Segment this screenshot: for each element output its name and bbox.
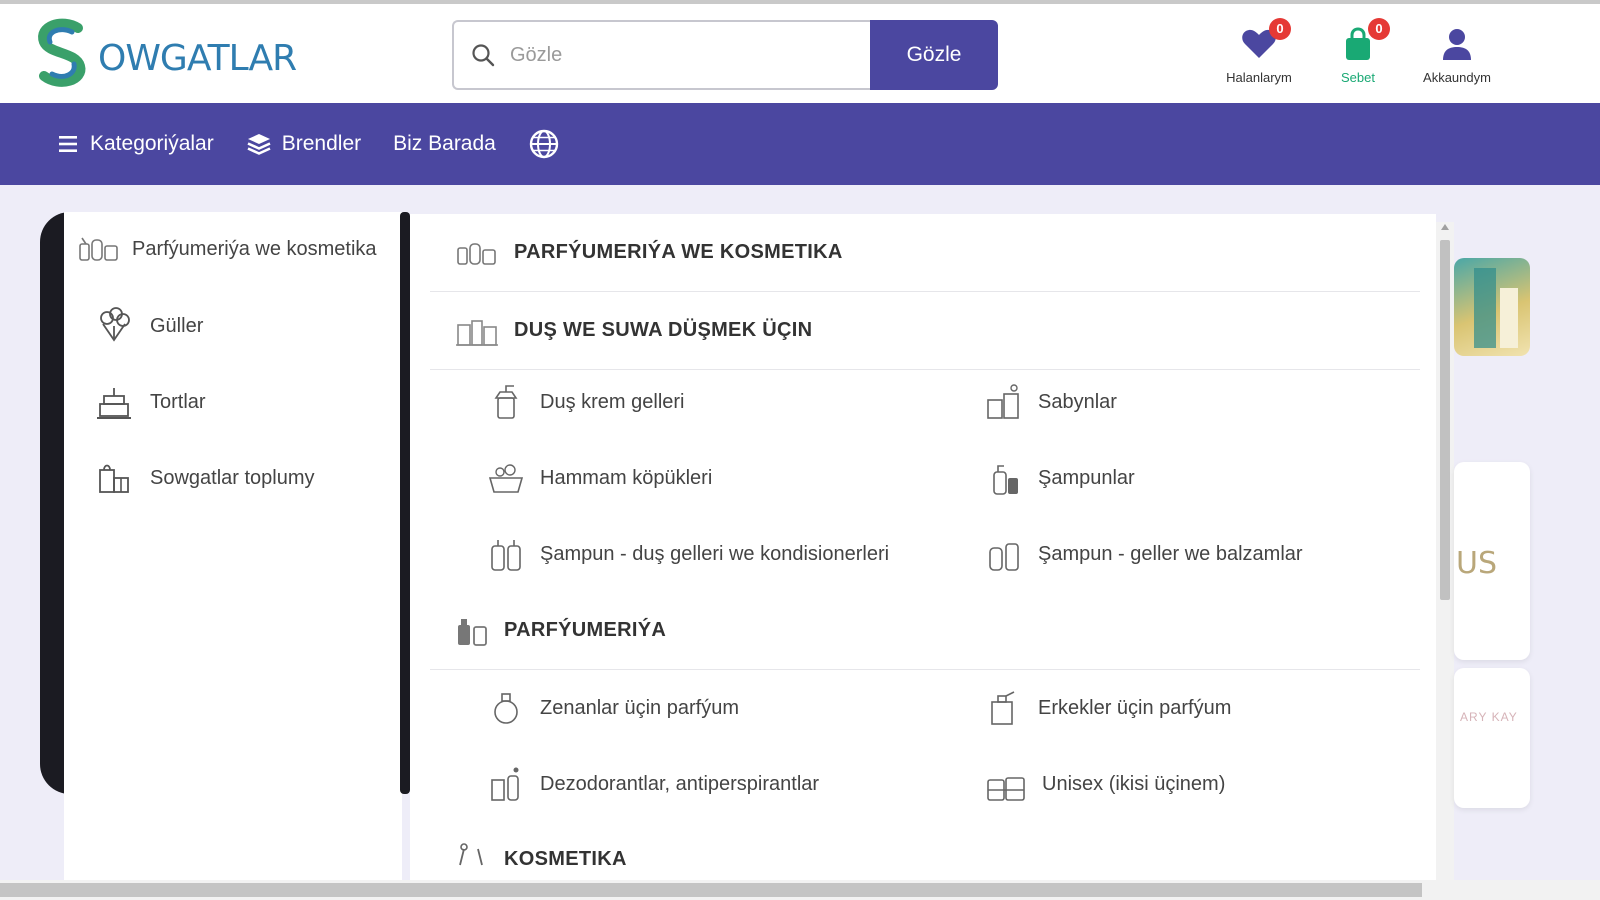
nav-categories[interactable]: Kategoriýalar [58,132,214,156]
subcategory-label: Zenanlar üçin parfýum [540,696,739,719]
shampoo-set-icon [491,540,521,571]
promo-banner-image[interactable] [1454,258,1530,356]
layers-icon [247,134,271,155]
wishlist-label: Halanlarym [1226,70,1292,85]
category-label: Tortlar [150,390,206,413]
subcategory-label: Şampun - geller we balzamlar [1038,542,1303,565]
category-item-cakes[interactable]: Tortlar [94,382,206,422]
subcategory-deodorants[interactable]: Dezodorantlar, antiperspirantlar [486,764,819,804]
category-label: Güller [150,314,204,337]
section-title: PARFÝUMERIÝA WE KOSMETIKA [514,241,843,263]
subcategory-panel: PARFÝUMERIÝA WE KOSMETIKA DUŞ WE SUWA DÜ… [410,214,1436,880]
search-bar: Gözle [452,20,998,90]
hamburger-icon [59,136,77,152]
scrollbar-thumb[interactable] [1440,240,1450,600]
section-cosmetics-2[interactable]: KOSMETIKA [430,820,1420,880]
nav-about-label: Biz Barada [393,132,496,155]
top-header: OWGATLAR Gözle 0 Halanlarym 0 S [0,0,1600,103]
subcategory-unisex[interactable]: Unisex (ikisi üçinem) [984,764,1225,804]
flowers-icon [100,307,130,342]
subcategory-shampoo-gel-conditioner[interactable]: Şampun - duş gelleri we kondisionerleri [486,534,889,574]
wishlist-link[interactable]: 0 Halanlarym [1214,18,1304,85]
subcategory-men-perfume[interactable]: Erkekler üçin parfýum [984,688,1231,728]
account-label: Akkaundym [1423,70,1491,85]
deodorant-icon [491,767,519,801]
main-nav: Kategoriýalar Brendler Biz Barada [0,103,1600,185]
scrollbar-thumb[interactable] [0,883,1422,897]
shower-gel-icon [494,385,518,419]
category-item-cosmetics[interactable]: Parfýumeriýa we kosmetika [76,232,377,266]
globe-icon [529,129,559,159]
search-icon [472,44,495,67]
subcategory-shower-gel[interactable]: Duş krem gelleri [486,382,684,422]
logo-text: OWGATLAR [98,37,297,79]
subcategory-label: Erkekler üçin parfýum [1038,696,1232,719]
user-icon [1443,29,1471,60]
nav-brands-label: Brendler [281,132,362,155]
category-item-gift-sets[interactable]: Sowgatlar toplumy [94,458,315,498]
nav-categories-label: Kategoriýalar [90,132,214,155]
subcategory-shampoo-gel-balm[interactable]: Şampun - geller we balzamlar [984,534,1303,574]
nav-about[interactable]: Biz Barada [393,132,496,156]
menu-divider [400,212,410,794]
language-switch[interactable] [528,128,570,160]
subcategory-soaps[interactable]: Sabynlar [984,382,1117,422]
women-perfume-icon [494,693,518,724]
cosmetics-icon [79,237,118,261]
scroll-up-arrow[interactable] [1441,224,1449,230]
subcategory-label: Unisex (ikisi üçinem) [1042,772,1226,795]
shower-products-icon [456,319,498,346]
subcategory-label: Dezodorantlar, antiperspirantlar [540,772,820,795]
bath-foam-icon [488,464,524,493]
account-link[interactable]: Akkaundym [1412,24,1502,85]
perfumery-icon [458,618,487,646]
section-title: DUŞ WE SUWA DÜŞMEK ÜÇIN [514,319,813,341]
site-logo[interactable]: OWGATLAR [32,18,297,88]
shampoo-icon [993,465,1018,495]
brand-card[interactable]: ARY KAY [1454,668,1530,808]
subcategory-shampoos[interactable]: Şampunlar [984,458,1135,498]
cart-label: Sebet [1341,70,1375,85]
cart-count-badge: 0 [1368,18,1390,40]
page-horizontal-scrollbar[interactable] [0,880,1600,900]
search-button[interactable]: Gözle [870,20,998,90]
section-title: KOSMETIKA [504,847,627,870]
cake-icon [97,388,131,419]
unisex-perfume-icon [987,777,1025,801]
menu-scrollbar[interactable] [1436,222,1454,880]
subcategory-label: Şampunlar [1038,466,1135,489]
category-label: Parfýumeriýa we kosmetika [132,237,377,260]
section-cosmetics[interactable]: PARFÝUMERIÝA WE KOSMETIKA [430,214,1420,292]
subcategory-label: Sabynlar [1038,390,1117,413]
category-list: Parfýumeriýa we kosmetika Güller Tortlar… [64,212,402,880]
logo-s-icon [38,18,86,87]
brand-card-text: ARY KAY [1460,710,1518,724]
soap-icon [987,384,1019,419]
cosmetics-brush-icon [459,843,483,866]
subcategory-label: Duş krem gelleri [540,390,685,413]
shampoo-balm-icon [989,543,1019,571]
brand-card[interactable]: US [1454,462,1530,660]
gift-set-icon [99,464,129,493]
section-title: PARFÝUMERIÝA [504,619,667,641]
cart-link[interactable]: 0 Sebet [1313,18,1403,85]
subcategory-label: Hammam köpükleri [540,466,713,489]
category-item-flowers[interactable]: Güller [94,306,203,346]
section-perfumery[interactable]: PARFÝUMERIÝA [430,592,1420,670]
cosmetics-icon [457,242,496,265]
nav-brands[interactable]: Brendler [246,131,361,157]
section-shower[interactable]: DUŞ WE SUWA DÜŞMEK ÜÇIN [430,292,1420,370]
search-box [452,20,870,90]
search-input[interactable] [510,43,830,67]
subcategory-label: Şampun - duş gelleri we kondisionerleri [540,542,890,565]
subcategory-women-perfume[interactable]: Zenanlar üçin parfýum [486,688,739,728]
subcategory-bath-foam[interactable]: Hammam köpükleri [486,458,712,498]
brand-card-text: US [1456,546,1498,581]
men-perfume-icon [991,691,1015,725]
wishlist-count-badge: 0 [1269,18,1291,40]
category-label: Sowgatlar toplumy [150,466,315,489]
